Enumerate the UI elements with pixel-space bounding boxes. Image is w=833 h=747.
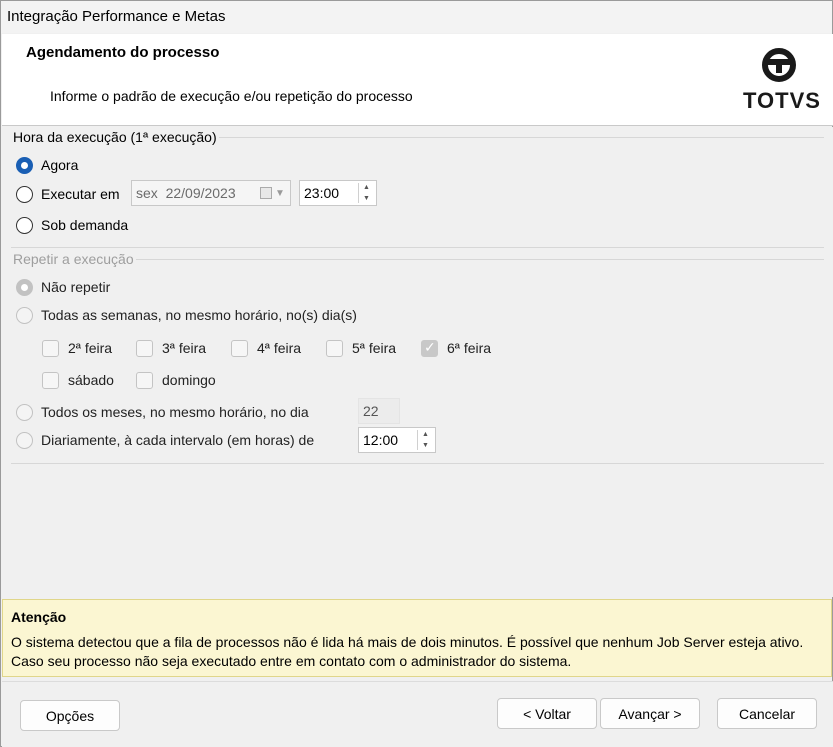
- logo-text: TOTVS: [743, 88, 821, 113]
- radio-monthly[interactable]: Todos os meses, no mesmo horário, no dia: [16, 401, 309, 423]
- radio-monthly-indicator[interactable]: [16, 403, 33, 421]
- radio-daily-indicator[interactable]: [16, 431, 33, 449]
- checkbox-wednesday-box[interactable]: [231, 339, 248, 357]
- checkbox-sunday-label: domingo: [162, 372, 216, 388]
- totvs-logo: TOTVS: [743, 48, 821, 114]
- back-button[interactable]: < Voltar: [497, 698, 597, 729]
- radio-run-at-label: Executar em: [41, 186, 120, 202]
- repeat-legend: Repetir a execução: [11, 251, 136, 267]
- checkbox-wednesday[interactable]: 4ª feira: [231, 337, 301, 359]
- options-button[interactable]: Opções: [20, 700, 120, 731]
- checkbox-tuesday-box[interactable]: [136, 339, 153, 357]
- interval-spin-icon[interactable]: ▲ ▼: [417, 430, 433, 450]
- time-value: 23:00: [304, 185, 340, 201]
- exec-time-group: Hora da execução (1ª execução) Agora Exe…: [11, 129, 824, 248]
- checkbox-thursday[interactable]: 5ª feira: [326, 337, 396, 359]
- radio-weekly[interactable]: Todas as semanas, no mesmo horário, no(s…: [16, 304, 357, 326]
- checkbox-monday-box[interactable]: [42, 339, 59, 357]
- radio-no-repeat-indicator[interactable]: [16, 278, 33, 296]
- wizard-header: Agendamento do processo Informe o padrão…: [2, 34, 833, 126]
- wizard-content: Hora da execução (1ª execução) Agora Exe…: [2, 127, 833, 597]
- checkbox-tuesday-label: 3ª feira: [162, 340, 207, 356]
- time-spin-icon[interactable]: ▲ ▼: [358, 183, 374, 203]
- warning-text: O sistema detectou que a fila de process…: [11, 634, 804, 669]
- checkbox-friday-label: 6ª feira: [447, 340, 492, 356]
- radio-now-label: Agora: [41, 157, 79, 173]
- page-title: Agendamento do processo: [26, 44, 220, 61]
- checkbox-sunday-box[interactable]: [136, 371, 153, 389]
- checkbox-saturday[interactable]: sábado: [42, 369, 114, 391]
- radio-run-at-indicator[interactable]: [16, 185, 33, 203]
- checkbox-wednesday-label: 4ª feira: [257, 340, 302, 356]
- checkbox-thursday-label: 5ª feira: [352, 340, 397, 356]
- checkbox-saturday-label: sábado: [68, 372, 114, 388]
- month-day-value: 22: [363, 403, 379, 419]
- date-value: sex 22/09/2023: [136, 185, 236, 201]
- wizard-footer: Opções < Voltar Avançar > Cancelar: [2, 681, 833, 747]
- radio-weekly-indicator[interactable]: [16, 306, 33, 324]
- checkbox-friday-box[interactable]: [421, 339, 438, 357]
- interval-value: 12:00: [363, 432, 399, 448]
- checkbox-monday[interactable]: 2ª feira: [42, 337, 112, 359]
- cancel-button[interactable]: Cancelar: [717, 698, 817, 729]
- radio-weekly-label: Todas as semanas, no mesmo horário, no(s…: [41, 307, 357, 323]
- radio-daily[interactable]: Diariamente, à cada intervalo (em horas)…: [16, 429, 314, 451]
- date-picker[interactable]: sex 22/09/2023 ▼: [131, 180, 291, 206]
- radio-on-demand-indicator[interactable]: [16, 216, 33, 234]
- calendar-dropdown-icon[interactable]: ▼: [260, 185, 286, 201]
- wizard-window: Integração Performance e Metas Agendamen…: [0, 0, 833, 747]
- radio-now-indicator[interactable]: [16, 156, 33, 174]
- radio-daily-label: Diariamente, à cada intervalo (em horas)…: [41, 432, 315, 448]
- radio-no-repeat[interactable]: Não repetir: [16, 276, 110, 298]
- time-stepper[interactable]: 23:00 ▲ ▼: [299, 180, 377, 206]
- title-bar: Integração Performance e Metas: [1, 1, 832, 33]
- interval-stepper[interactable]: 12:00 ▲ ▼: [358, 427, 436, 453]
- warning-title: Atenção: [11, 609, 67, 625]
- radio-no-repeat-label: Não repetir: [41, 279, 111, 295]
- checkbox-thursday-box[interactable]: [326, 339, 343, 357]
- repeat-group: Repetir a execução Não repetir Todas as …: [11, 251, 824, 464]
- checkbox-tuesday[interactable]: 3ª feira: [136, 337, 206, 359]
- radio-monthly-label: Todos os meses, no mesmo horário, no dia: [41, 404, 309, 420]
- checkbox-sunday[interactable]: domingo: [136, 369, 216, 391]
- warning-panel: Atenção O sistema detectou que a fila de…: [2, 599, 832, 677]
- page-subtitle: Informe o padrão de execução e/ou repeti…: [50, 88, 413, 104]
- exec-time-legend: Hora da execução (1ª execução): [11, 129, 219, 145]
- radio-on-demand[interactable]: Sob demanda: [16, 214, 128, 236]
- checkbox-saturday-box[interactable]: [42, 371, 59, 389]
- radio-on-demand-label: Sob demanda: [41, 217, 129, 233]
- checkbox-friday[interactable]: 6ª feira: [421, 337, 491, 359]
- next-button[interactable]: Avançar >: [600, 698, 700, 729]
- checkbox-monday-label: 2ª feira: [68, 340, 113, 356]
- radio-now[interactable]: Agora: [16, 154, 78, 176]
- radio-run-at[interactable]: Executar em: [16, 183, 120, 205]
- month-day-input[interactable]: 22: [358, 398, 400, 424]
- window-title: Integração Performance e Metas: [7, 8, 226, 25]
